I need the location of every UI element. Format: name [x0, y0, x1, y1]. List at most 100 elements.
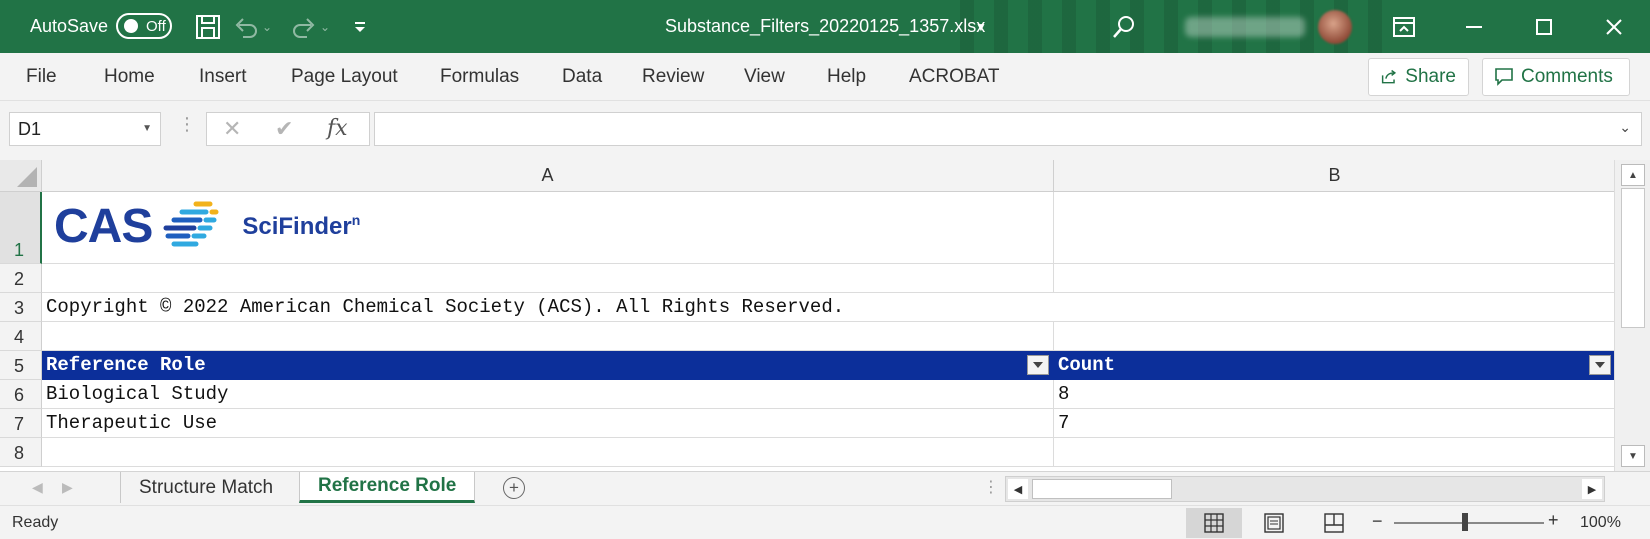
- normal-view-icon[interactable]: [1186, 508, 1242, 538]
- formula-bar-grip[interactable]: ⋮: [178, 114, 196, 135]
- zoom-slider-thumb[interactable]: [1462, 513, 1468, 531]
- select-all-button[interactable]: [0, 160, 42, 192]
- scroll-up-icon[interactable]: ▲: [1621, 164, 1645, 186]
- horizontal-scrollbar[interactable]: ◀ ▶: [1005, 476, 1605, 502]
- title-bar: AutoSave Off ⌄ ⌄ Substance_Filters_20220…: [0, 0, 1650, 53]
- document-title[interactable]: Substance_Filters_20220125_1357.xlsx: [665, 0, 985, 53]
- enter-icon[interactable]: ✔: [275, 116, 293, 142]
- tab-page-layout[interactable]: Page Layout: [291, 53, 398, 101]
- cell-b1[interactable]: [1054, 192, 1616, 264]
- table-header-reference-role[interactable]: Reference Role: [42, 351, 1054, 380]
- ribbon-display-icon[interactable]: [1386, 0, 1422, 53]
- cancel-icon[interactable]: ✕: [223, 116, 241, 142]
- zoom-slider[interactable]: [1394, 522, 1544, 524]
- title-dropdown-icon[interactable]: ▼: [975, 0, 987, 53]
- row-header-3[interactable]: 3: [0, 293, 42, 322]
- cell-a4[interactable]: [42, 322, 1054, 351]
- scroll-left-icon[interactable]: ◀: [1008, 479, 1028, 499]
- avatar[interactable]: [1318, 10, 1352, 44]
- undo-dropdown-icon[interactable]: ⌄: [262, 0, 272, 53]
- toggle-knob: [124, 19, 138, 33]
- formula-input[interactable]: ⌄: [374, 112, 1642, 146]
- zoom-level[interactable]: 100%: [1580, 514, 1621, 532]
- ribbon-tabs: File Home Insert Page Layout Formulas Da…: [0, 53, 1650, 101]
- minimize-icon[interactable]: [1456, 0, 1492, 53]
- table-row[interactable]: Therapeutic Use: [42, 409, 1054, 438]
- column-header-b[interactable]: B: [1054, 160, 1616, 192]
- maximize-icon[interactable]: [1526, 0, 1562, 53]
- tab-review[interactable]: Review: [642, 53, 704, 101]
- spreadsheet-grid: A B 1 2 3 4 5 6 7 8 CAS SciFindern Copyr…: [0, 160, 1650, 471]
- formula-bar: D1 ▼ ⋮ ✕ ✔ fx ⌄: [0, 101, 1650, 160]
- close-icon[interactable]: [1596, 0, 1632, 53]
- chevron-down-icon[interactable]: ▼: [142, 123, 152, 134]
- comments-button[interactable]: Comments: [1482, 58, 1630, 96]
- add-sheet-icon[interactable]: +: [503, 477, 525, 499]
- autosave-toggle[interactable]: Off: [116, 13, 172, 39]
- expand-formula-bar-icon[interactable]: ⌄: [1619, 119, 1631, 136]
- share-button[interactable]: Share: [1368, 58, 1469, 96]
- horizontal-scroll-thumb[interactable]: [1032, 479, 1172, 499]
- cas-scifinder-logo: CAS SciFindern: [54, 192, 360, 260]
- table-cell-count[interactable]: 7: [1054, 409, 1616, 438]
- zoom-in-icon[interactable]: +: [1548, 510, 1559, 531]
- row-header-7[interactable]: 7: [0, 409, 42, 438]
- table-cell-count[interactable]: 8: [1054, 380, 1616, 409]
- row-header-8[interactable]: 8: [0, 438, 42, 467]
- tab-home[interactable]: Home: [104, 53, 155, 101]
- tab-help[interactable]: Help: [827, 53, 866, 101]
- sheet-tab-structure-match[interactable]: Structure Match: [120, 472, 291, 503]
- filter-dropdown-icon[interactable]: [1027, 355, 1049, 375]
- row-header-4[interactable]: 4: [0, 322, 42, 351]
- save-icon[interactable]: [190, 0, 226, 53]
- table-header-label: Count: [1058, 354, 1116, 376]
- vertical-scrollbar[interactable]: ▲ ▼: [1614, 160, 1650, 471]
- cell-a8[interactable]: [42, 438, 1054, 467]
- redo-dropdown-icon[interactable]: ⌄: [320, 0, 330, 53]
- scifinder-logo-text: SciFindern: [242, 211, 361, 240]
- undo-icon[interactable]: [228, 0, 264, 53]
- name-box[interactable]: D1 ▼: [9, 112, 161, 146]
- tab-view[interactable]: View: [744, 53, 785, 101]
- row-header-5[interactable]: 5: [0, 351, 42, 380]
- cell-b3[interactable]: [1054, 293, 1616, 322]
- scroll-right-icon[interactable]: ▶: [1582, 479, 1602, 499]
- customize-toolbar-icon[interactable]: [342, 0, 378, 53]
- status-bar: Ready − + 100%: [0, 505, 1650, 539]
- zoom-out-icon[interactable]: −: [1372, 511, 1383, 532]
- tab-file[interactable]: File: [26, 53, 57, 101]
- table-header-count[interactable]: Count: [1054, 351, 1616, 380]
- insert-function-icon[interactable]: fx: [327, 116, 348, 141]
- sheet-tab-reference-role[interactable]: Reference Role: [299, 472, 476, 503]
- tab-data[interactable]: Data: [562, 53, 602, 101]
- tab-insert[interactable]: Insert: [199, 53, 247, 101]
- search-icon[interactable]: [1106, 0, 1142, 53]
- row-header-6[interactable]: 6: [0, 380, 42, 409]
- page-break-view-icon[interactable]: [1306, 508, 1362, 538]
- user-name-blurred[interactable]: [1185, 17, 1305, 37]
- tab-split-handle[interactable]: ⋮: [983, 477, 999, 497]
- table-header-label: Reference Role: [46, 354, 206, 376]
- next-sheet-icon[interactable]: ▶: [62, 479, 73, 496]
- cell-b2[interactable]: [1054, 264, 1616, 293]
- vertical-scroll-thumb[interactable]: [1621, 188, 1645, 328]
- row-header-2[interactable]: 2: [0, 264, 42, 293]
- tab-formulas[interactable]: Formulas: [440, 53, 519, 101]
- prev-sheet-icon[interactable]: ◀: [32, 479, 43, 496]
- tab-acrobat[interactable]: ACROBAT: [909, 53, 999, 101]
- status-text: Ready: [12, 514, 59, 531]
- cell-b8[interactable]: [1054, 438, 1616, 467]
- row-header-1[interactable]: 1: [0, 192, 42, 264]
- filter-dropdown-icon[interactable]: [1589, 355, 1611, 375]
- column-header-a[interactable]: A: [42, 160, 1054, 192]
- table-row[interactable]: Biological Study: [42, 380, 1054, 409]
- page-layout-view-icon[interactable]: [1246, 508, 1302, 538]
- scroll-down-icon[interactable]: ▼: [1621, 445, 1645, 467]
- share-icon: [1381, 69, 1397, 84]
- cell-a3[interactable]: Copyright © 2022 American Chemical Socie…: [42, 293, 1054, 322]
- share-label: Share: [1405, 66, 1456, 87]
- cell-a2[interactable]: [42, 264, 1054, 293]
- name-box-value: D1: [18, 118, 42, 139]
- cell-b4[interactable]: [1054, 322, 1616, 351]
- redo-icon[interactable]: [286, 0, 322, 53]
